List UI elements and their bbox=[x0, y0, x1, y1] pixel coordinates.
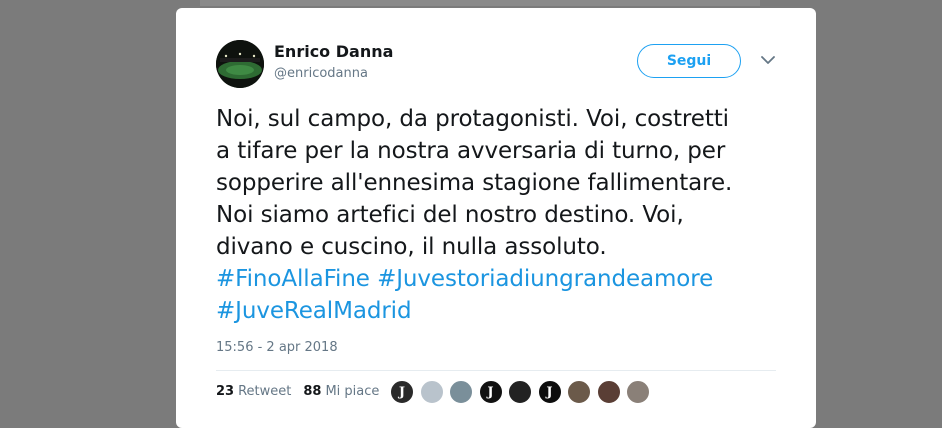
juventus-logo-icon: J bbox=[487, 384, 494, 400]
tweet-timestamp[interactable]: 15:56 - 2 apr 2018 bbox=[216, 340, 338, 355]
retweet-label: Retweet bbox=[238, 384, 292, 399]
tweet-text-line: a tifare per la nostra avversaria di tur… bbox=[216, 138, 726, 164]
hashtag-link[interactable]: #FinoAllaFine bbox=[216, 266, 370, 292]
follow-button[interactable]: Segui bbox=[637, 44, 741, 78]
retweet-stat[interactable]: 23 Retweet bbox=[216, 384, 291, 399]
like-stat[interactable]: 88 Mi piace bbox=[303, 384, 379, 399]
tweet-text-line: divano e cuscino, il nulla assoluto. bbox=[216, 234, 607, 260]
retweet-count: 23 bbox=[216, 384, 235, 399]
author-avatar[interactable] bbox=[216, 40, 264, 88]
liker-avatars: JJJ bbox=[390, 380, 656, 404]
tweet-text-line: Noi, sul campo, da protagonisti. Voi, co… bbox=[216, 106, 729, 132]
stadium-avatar-icon bbox=[216, 40, 264, 88]
liker-avatar-2[interactable] bbox=[419, 380, 444, 404]
like-label: Mi piace bbox=[325, 384, 380, 399]
like-count: 88 bbox=[303, 384, 322, 399]
liker-avatar-9[interactable] bbox=[626, 380, 650, 404]
tweet-stats: 23 Retweet 88 Mi piace bbox=[216, 384, 391, 399]
liker-avatar-3[interactable] bbox=[449, 380, 473, 404]
chevron-down-icon[interactable] bbox=[760, 54, 776, 66]
background-strip bbox=[200, 0, 760, 6]
author-display-name[interactable]: Enrico Danna bbox=[274, 42, 393, 61]
tweet-text: Noi, sul campo, da protagonisti. Voi, co… bbox=[216, 103, 796, 327]
liker-avatar-1[interactable]: J bbox=[390, 380, 414, 404]
juventus-logo-icon: J bbox=[546, 384, 553, 400]
hashtag-link[interactable]: #JuveRealMadrid bbox=[216, 298, 412, 324]
liker-avatar-7[interactable] bbox=[567, 380, 591, 404]
tweet-text-line: sopperire all'ennesima stagione fallimen… bbox=[216, 170, 733, 196]
liker-avatar-5[interactable] bbox=[508, 380, 532, 404]
liker-avatar-8[interactable] bbox=[596, 380, 621, 404]
juventus-logo-icon: J bbox=[398, 384, 406, 400]
tweet-card: Enrico Danna @enricodanna Segui Noi, sul… bbox=[176, 8, 816, 428]
tweet-text-line: Noi siamo artefici del nostro destino. V… bbox=[216, 202, 684, 228]
liker-avatar-4[interactable]: J bbox=[478, 380, 503, 404]
divider bbox=[216, 370, 776, 371]
liker-avatar-6[interactable]: J bbox=[537, 380, 562, 404]
hashtag-link[interactable]: #Juvestoriadiungrandeamore bbox=[377, 266, 713, 292]
author-handle[interactable]: @enricodanna bbox=[274, 66, 368, 81]
